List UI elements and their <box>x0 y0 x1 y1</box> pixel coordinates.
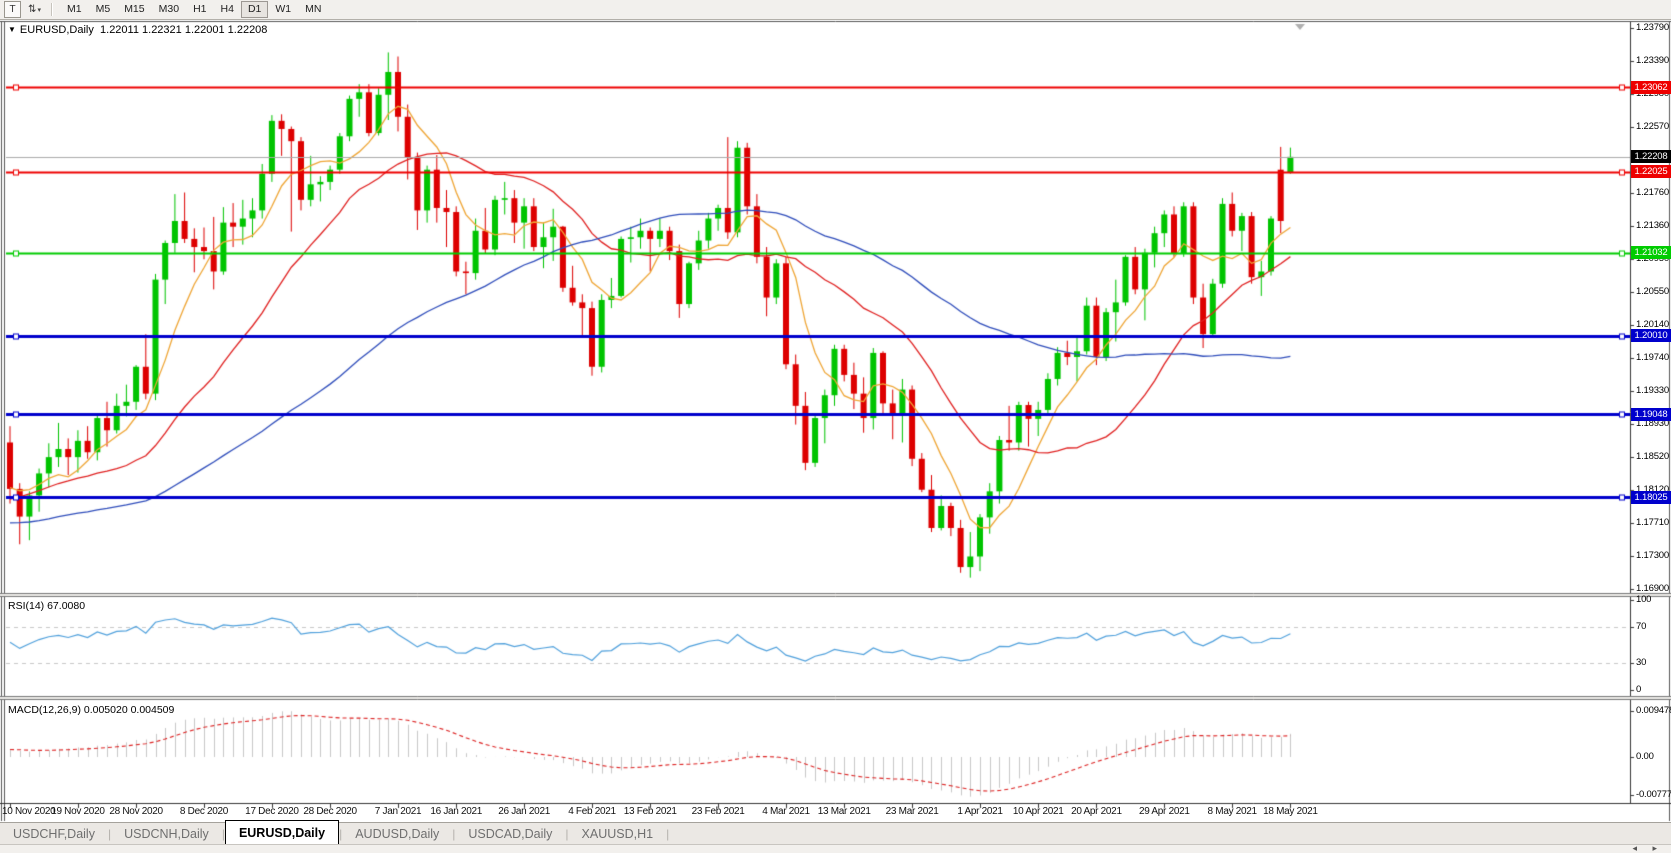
date-label: 29 Apr 2021 <box>1139 806 1190 817</box>
timeframe-button-H1[interactable]: H1 <box>186 1 213 18</box>
date-label: 23 Mar 2021 <box>886 806 939 817</box>
current-price-label: 1.22208 <box>1631 150 1671 163</box>
price-tick-label: 1.19330 <box>1636 385 1669 396</box>
macd-tick-label: 0.009478 <box>1636 705 1671 716</box>
hline-price-label[interactable]: 1.19048 <box>1631 408 1671 421</box>
price-tick-label: 1.22570 <box>1636 121 1669 132</box>
price-tick-label: 1.23790 <box>1636 22 1669 33</box>
date-label: 19 Nov 2020 <box>51 806 104 817</box>
toolbar-separator <box>51 3 53 16</box>
hline-price-label[interactable]: 1.23062 <box>1631 81 1671 94</box>
date-label: 8 Dec 2020 <box>180 806 228 817</box>
chart-ohlc-values: 1.22011 1.22321 1.22001 1.22208 <box>100 24 267 36</box>
rsi-tick-label: 100 <box>1636 594 1651 605</box>
price-tick-label: 1.17300 <box>1636 550 1669 561</box>
price-tick-label: 1.17710 <box>1636 517 1669 528</box>
timeframe-button-M15[interactable]: M15 <box>117 1 151 18</box>
timeframe-button-D1[interactable]: D1 <box>241 1 268 18</box>
rsi-tick-label: 30 <box>1636 657 1646 668</box>
mt4-workspace: { "toolbar": { "chart_mode_icon": "T", "… <box>0 0 1671 852</box>
date-label: 28 Dec 2020 <box>303 806 356 817</box>
chart-symbol-label: EURUSD,Daily <box>20 24 94 36</box>
timeframe-button-M1[interactable]: M1 <box>60 1 89 18</box>
rsi-tick-label: 70 <box>1636 621 1646 632</box>
price-tick-label: 1.20550 <box>1636 286 1669 297</box>
chart-title: ▼ EURUSD,Daily 1.22011 1.22321 1.22001 1.… <box>8 24 267 36</box>
date-label: 1 Apr 2021 <box>957 806 1002 817</box>
date-label: 10 Nov 2020 <box>2 806 55 817</box>
tab-xauusd-h1[interactable]: XAUUSD,H1 <box>569 823 667 845</box>
date-label: 26 Jan 2021 <box>498 806 550 817</box>
price-tick-label: 1.21360 <box>1636 220 1669 231</box>
main-toolbar: T ⇅▾ M1M5M15M30H1H4D1W1MN <box>0 0 1671 20</box>
timeframe-button-MN[interactable]: MN <box>298 1 328 18</box>
date-label: 16 Jan 2021 <box>430 806 482 817</box>
hline-price-label[interactable]: 1.18025 <box>1631 491 1671 504</box>
date-label: 8 May 2021 <box>1208 806 1257 817</box>
tab-usdchf-daily[interactable]: USDCHF,Daily <box>0 823 108 845</box>
price-chart-canvas[interactable] <box>0 0 1671 852</box>
rsi-tick-label: 0 <box>1636 684 1641 695</box>
macd-tick-label: 0.00 <box>1636 751 1654 762</box>
date-label: 18 May 2021 <box>1263 806 1318 817</box>
timeframe-button-group: M1M5M15M30H1H4D1W1MN <box>60 1 328 18</box>
date-label: 17 Dec 2020 <box>245 806 298 817</box>
date-label: 4 Feb 2021 <box>568 806 616 817</box>
price-tick-label: 1.23390 <box>1636 55 1669 66</box>
timeframe-button-M30[interactable]: M30 <box>152 1 186 18</box>
tab-eurusd-daily[interactable]: EURUSD,Daily <box>225 820 339 845</box>
date-label: 10 Apr 2021 <box>1013 806 1064 817</box>
timeframe-button-M5[interactable]: M5 <box>89 1 118 18</box>
tab-divider: | <box>666 827 669 841</box>
tab-audusd-daily[interactable]: AUDUSD,Daily <box>342 823 452 845</box>
rsi-indicator-label: RSI(14) 67.0080 <box>8 600 85 612</box>
price-tick-label: 1.19740 <box>1636 352 1669 363</box>
date-label: 13 Mar 2021 <box>818 806 871 817</box>
tab-usdcad-daily[interactable]: USDCAD,Daily <box>455 823 565 845</box>
macd-tick-label: -0.007778 <box>1636 789 1671 800</box>
hline-price-label[interactable]: 1.22025 <box>1631 165 1671 178</box>
timeframe-button-W1[interactable]: W1 <box>268 1 298 18</box>
date-label: 20 Apr 2021 <box>1071 806 1122 817</box>
hline-price-label[interactable]: 1.20010 <box>1631 329 1671 342</box>
text-tool-icon[interactable]: T <box>4 1 21 18</box>
price-tick-label: 1.18520 <box>1636 451 1669 462</box>
price-tick-label: 1.21760 <box>1636 187 1669 198</box>
date-label: 4 Mar 2021 <box>762 806 810 817</box>
chart-tab-bar: USDCHF,Daily|USDCNH,Daily|EURUSD,Daily|A… <box>0 822 1671 845</box>
macd-indicator-label: MACD(12,26,9) 0.005020 0.004509 <box>8 704 174 716</box>
price-tick-label: 1.16900 <box>1636 583 1669 594</box>
date-label: 13 Feb 2021 <box>624 806 677 817</box>
collapse-triangle-icon[interactable]: ▼ <box>8 25 16 34</box>
tab-usdcnh-daily[interactable]: USDCNH,Daily <box>111 823 222 845</box>
arrange-windows-icon[interactable]: ⇅▾ <box>27 2 42 17</box>
chevron-down-icon: ▾ <box>37 6 41 14</box>
timeframe-button-H4[interactable]: H4 <box>214 1 241 18</box>
date-label: 28 Nov 2020 <box>109 806 162 817</box>
date-label: 23 Feb 2021 <box>692 806 745 817</box>
hline-price-label[interactable]: 1.21032 <box>1631 246 1671 259</box>
date-label: 7 Jan 2021 <box>375 806 422 817</box>
